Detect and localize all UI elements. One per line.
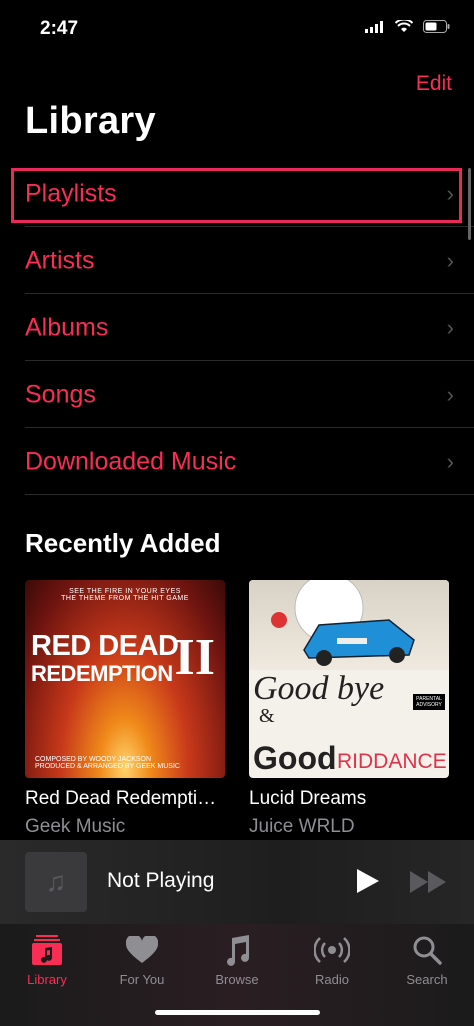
- chevron-right-icon: ›: [446, 381, 454, 407]
- tab-label: For You: [119, 972, 165, 987]
- status-time: 2:47: [40, 18, 79, 39]
- album-artist: Geek Music: [25, 816, 126, 837]
- battery-icon: [423, 20, 450, 33]
- chevron-right-icon: ›: [446, 247, 454, 273]
- section-heading: Recently Added: [25, 528, 221, 558]
- cover-credit-line: COMPOSED BY WOODY JACKSON: [35, 756, 152, 763]
- highlight-box: [11, 168, 462, 223]
- menu-item-downloaded-music[interactable]: Downloaded Music ›: [0, 428, 474, 495]
- cover-title: RED DEAD REDEMPTION: [31, 630, 179, 686]
- status-icons: [365, 20, 450, 33]
- album-cover: Good bye & Good RIDDANCE PARENTAL ADVISO…: [249, 580, 449, 778]
- play-icon[interactable]: [352, 866, 382, 896]
- tab-search[interactable]: Search: [380, 932, 474, 987]
- menu-item-label: Downloaded Music: [25, 447, 237, 475]
- radio-icon: [314, 937, 350, 963]
- car-illustration: [271, 580, 415, 666]
- now-playing-label: Not Playing: [107, 869, 215, 892]
- heart-icon: [126, 936, 158, 963]
- album-card[interactable]: Good bye & Good RIDDANCE PARENTAL ADVISO…: [249, 580, 449, 838]
- cover-text: Good bye &: [253, 670, 385, 727]
- cover-credits: COMPOSED BY WOODY JACKSON PRODUCED & ARR…: [35, 756, 180, 770]
- wifi-icon: [395, 20, 413, 32]
- page-title: Library: [25, 100, 156, 142]
- signal-icon: [365, 20, 383, 33]
- tab-label: Library: [27, 972, 67, 987]
- menu-item-label: Albums: [25, 313, 109, 341]
- menu-item-label: Artists: [25, 246, 95, 274]
- album-title: Lucid Dreams: [249, 788, 367, 809]
- cover-text-line: &: [259, 705, 275, 727]
- cover-text-good: Good: [253, 740, 337, 776]
- cover-artwork-top: [249, 580, 449, 670]
- tab-label: Browse: [215, 972, 259, 987]
- cover-title-line: REDEMPTION: [31, 661, 173, 686]
- cover-caption: SEE THE FIRE IN YOUR EYES THE THEME FROM…: [25, 588, 225, 602]
- search-icon: [413, 936, 442, 965]
- cover-credit-line: PRODUCED & ARRANGED BY GEEK MUSIC: [35, 763, 180, 770]
- album-cover: SEE THE FIRE IN YOUR EYES THE THEME FROM…: [25, 580, 225, 778]
- cover-caption-line: THE THEME FROM THE HIT GAME: [61, 595, 189, 602]
- album-artist: Juice WRLD: [249, 816, 355, 837]
- tab-radio[interactable]: Radio: [285, 932, 379, 987]
- music-note-icon: ♫: [45, 866, 67, 897]
- album-title: Red Dead Redemptio…: [25, 788, 225, 809]
- tab-label: Radio: [315, 972, 349, 987]
- cover-roman: II: [174, 629, 215, 686]
- scroll-indicator: [468, 168, 471, 240]
- chevron-right-icon: ›: [446, 448, 454, 474]
- album-card[interactable]: SEE THE FIRE IN YOUR EYES THE THEME FROM…: [25, 580, 225, 838]
- edit-button[interactable]: Edit: [416, 72, 452, 96]
- parental-advisory-badge: PARENTAL ADVISORY: [413, 694, 445, 710]
- tab-for-you[interactable]: For You: [95, 932, 189, 987]
- menu-item-songs[interactable]: Songs ›: [0, 361, 474, 428]
- tab-library[interactable]: Library: [0, 932, 94, 987]
- mini-player[interactable]: ♫ Not Playing: [0, 840, 474, 924]
- cover-text-riddance: RIDDANCE: [337, 750, 447, 773]
- cover-title-line: RED DEAD: [31, 630, 179, 662]
- menu-item-label: Songs: [25, 380, 96, 408]
- home-indicator[interactable]: [155, 1010, 320, 1015]
- menu-item-artists[interactable]: Artists ›: [0, 227, 474, 294]
- tab-browse[interactable]: Browse: [190, 932, 284, 987]
- divider: [25, 494, 474, 495]
- tab-label: Search: [406, 972, 448, 987]
- fast-forward-icon[interactable]: [408, 868, 448, 896]
- cover-text-line: Good bye: [253, 670, 385, 707]
- status-bar: 2:47: [0, 0, 474, 60]
- cover-caption-line: SEE THE FIRE IN YOUR EYES: [69, 588, 181, 595]
- menu-item-albums[interactable]: Albums ›: [0, 294, 474, 361]
- library-icon: [32, 935, 62, 965]
- now-playing-artwork: ♫: [25, 852, 87, 912]
- music-note-icon: [227, 935, 249, 966]
- chevron-right-icon: ›: [446, 314, 454, 340]
